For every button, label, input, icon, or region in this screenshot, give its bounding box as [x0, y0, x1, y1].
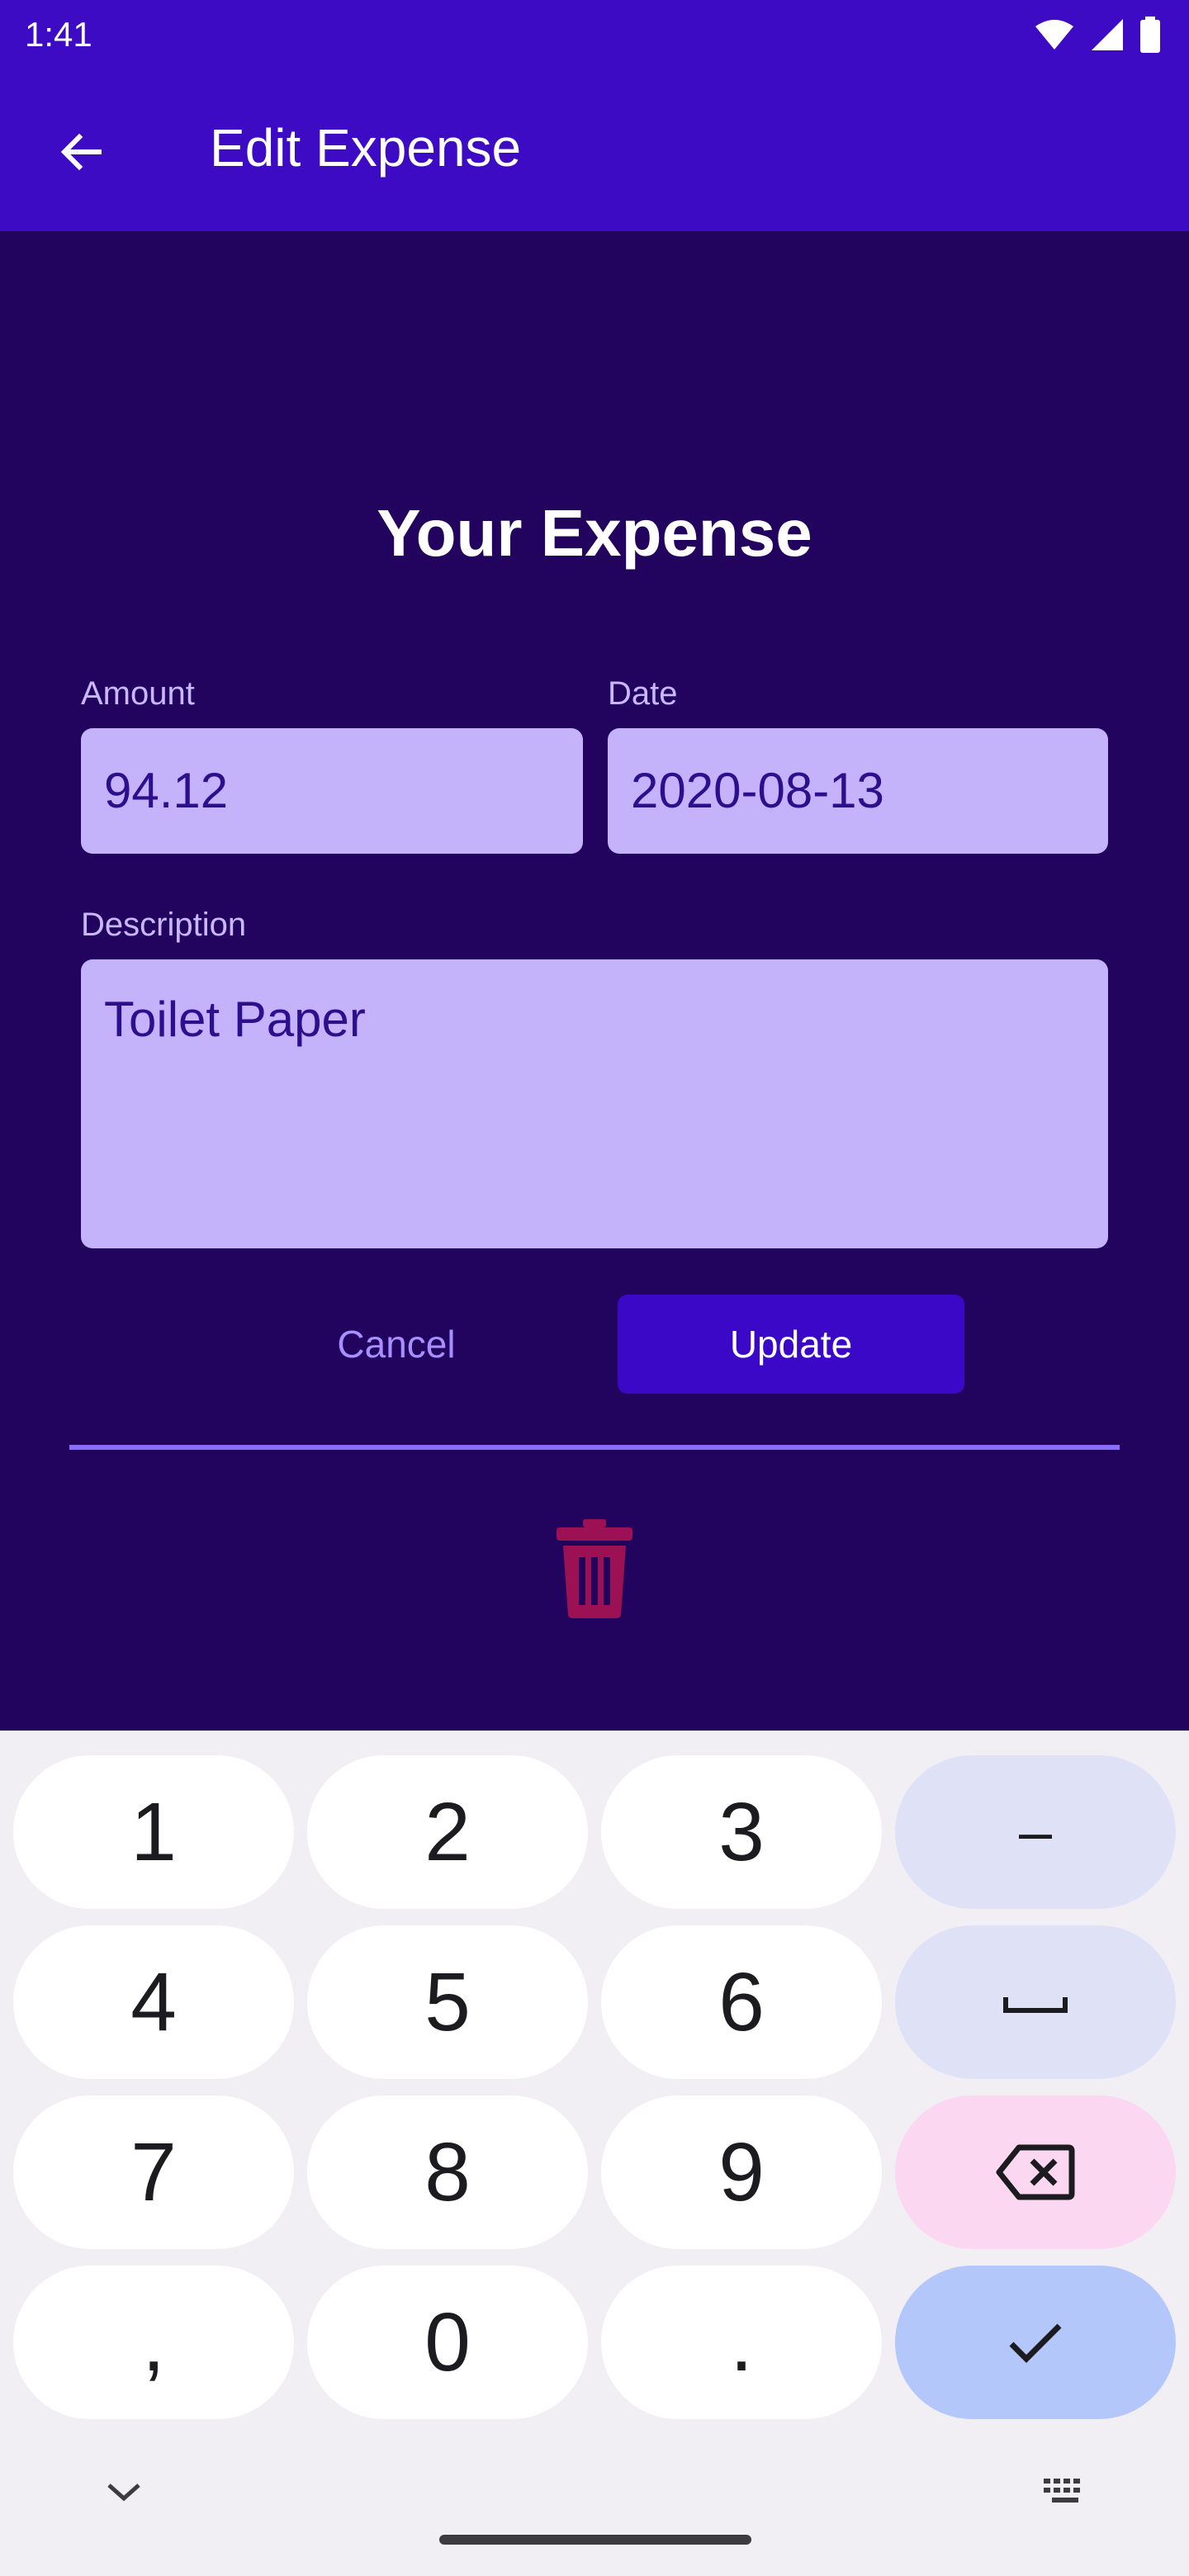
- numeric-keyboard: 1 2 3 – 4 5 6 7 8 9 , 0 .: [0, 1731, 1189, 2576]
- app-bar: Edit Expense: [0, 69, 1189, 231]
- date-label: Date: [608, 675, 678, 712]
- amount-value: 94.12: [104, 763, 229, 818]
- cellular-signal-icon: [1092, 19, 1123, 50]
- key-space[interactable]: [895, 1925, 1176, 2079]
- amount-field[interactable]: 94.12: [81, 728, 583, 854]
- hide-keyboard-chevron-icon[interactable]: [99, 2475, 149, 2508]
- key-backspace[interactable]: [895, 2095, 1176, 2249]
- form-heading: Your Expense: [377, 496, 812, 570]
- key-5[interactable]: 5: [307, 1925, 588, 2079]
- cancel-button[interactable]: Cancel: [248, 1295, 545, 1394]
- wifi-icon: [1035, 20, 1073, 50]
- date-field[interactable]: 2020-08-13: [608, 728, 1108, 854]
- description-value: Toilet Paper: [104, 992, 366, 1047]
- key-4[interactable]: 4: [13, 1925, 294, 2079]
- check-icon: [1009, 2323, 1062, 2363]
- backspace-icon: [996, 2144, 1075, 2200]
- key-minus[interactable]: –: [895, 1755, 1176, 1909]
- update-button[interactable]: Update: [618, 1295, 964, 1394]
- space-icon: [1003, 1997, 1068, 2013]
- key-6[interactable]: 6: [601, 1925, 882, 2079]
- key-period[interactable]: .: [601, 2266, 882, 2419]
- key-9[interactable]: 9: [601, 2095, 882, 2249]
- back-button[interactable]: [40, 111, 122, 193]
- key-3[interactable]: 3: [601, 1755, 882, 1909]
- expense-form-area: Your Expense Amount 94.12 Date 2020-08-1…: [0, 231, 1189, 1731]
- description-field[interactable]: Toilet Paper: [81, 959, 1108, 1248]
- delete-icon[interactable]: [553, 1519, 636, 1618]
- arrow-back-icon: [60, 133, 102, 171]
- date-value: 2020-08-13: [631, 763, 884, 818]
- key-1[interactable]: 1: [13, 1755, 294, 1909]
- key-done[interactable]: [895, 2266, 1176, 2419]
- status-time: 1:41: [25, 15, 92, 54]
- key-8[interactable]: 8: [307, 2095, 588, 2249]
- amount-label: Amount: [81, 675, 195, 712]
- status-icons: [1034, 17, 1161, 53]
- home-indicator[interactable]: [439, 2535, 751, 2545]
- battery-icon: [1140, 17, 1160, 53]
- divider: [69, 1445, 1120, 1450]
- key-0[interactable]: 0: [307, 2266, 588, 2419]
- key-7[interactable]: 7: [13, 2095, 294, 2249]
- key-2[interactable]: 2: [307, 1755, 588, 1909]
- key-comma[interactable]: ,: [13, 2266, 294, 2419]
- page-title: Edit Expense: [210, 118, 522, 178]
- description-label: Description: [81, 907, 247, 943]
- keyboard-switch-icon[interactable]: [1042, 2477, 1088, 2507]
- status-bar: 1:41: [0, 0, 1189, 69]
